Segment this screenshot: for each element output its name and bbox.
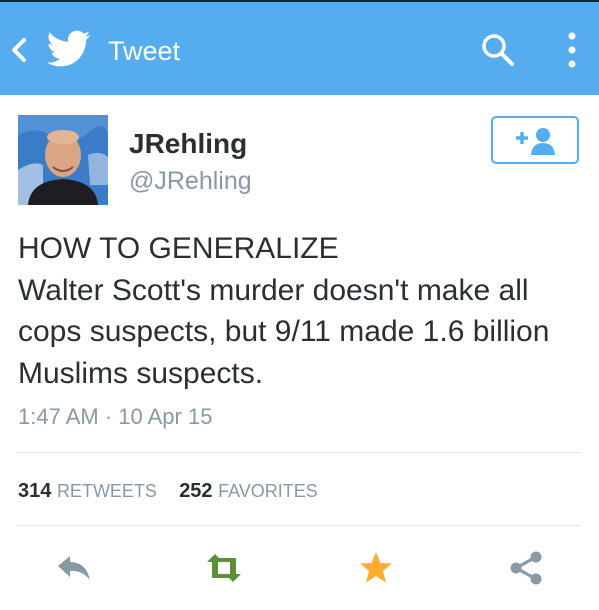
- share-icon[interactable]: [506, 548, 546, 588]
- star-icon[interactable]: [356, 548, 396, 588]
- twitter-bird-icon: [47, 30, 91, 67]
- tweet-text: HOW TO GENERALIZE Walter Scott's murder …: [18, 228, 588, 394]
- avatar-photo: [18, 115, 108, 205]
- retweets-count: 314: [18, 480, 52, 502]
- top-app-bar: Tweet: [0, 0, 599, 95]
- tweet-line: cops suspects, but 9/11 made 1.6 billion: [18, 315, 550, 348]
- avatar[interactable]: [18, 115, 108, 205]
- tweet-line: Muslims suspects.: [18, 356, 264, 390]
- retweets-label: RETWEETS: [56, 481, 157, 501]
- divider: [18, 525, 581, 526]
- retweets-stat[interactable]: 314 RETWEETS: [18, 480, 157, 502]
- favorites-stat[interactable]: 252 FAVORITES: [179, 480, 318, 502]
- search-icon[interactable]: [480, 32, 516, 68]
- retweet-icon[interactable]: [204, 548, 244, 588]
- favorites-count: 252: [179, 480, 213, 502]
- back-icon[interactable]: [8, 35, 30, 65]
- author-display-name[interactable]: JRehling: [129, 128, 247, 160]
- author-handle[interactable]: @JRehling: [129, 166, 252, 196]
- tweet-line: HOW TO GENERALIZE: [18, 232, 339, 265]
- tweet-timestamp: 1:47 AM · 10 Apr 15: [18, 404, 213, 429]
- reply-icon[interactable]: [54, 548, 94, 588]
- divider: [18, 452, 581, 453]
- page-title: Tweet: [108, 36, 181, 66]
- follow-button[interactable]: [491, 116, 579, 164]
- favorites-label: FAVORITES: [218, 481, 318, 501]
- overflow-menu-icon[interactable]: [564, 30, 580, 70]
- tweet-line: Walter Scott's murder doesn't make all: [18, 273, 529, 307]
- follow-user-icon: [516, 128, 555, 155]
- tweet-stats: 314 RETWEETS 252 FAVORITES: [18, 478, 318, 504]
